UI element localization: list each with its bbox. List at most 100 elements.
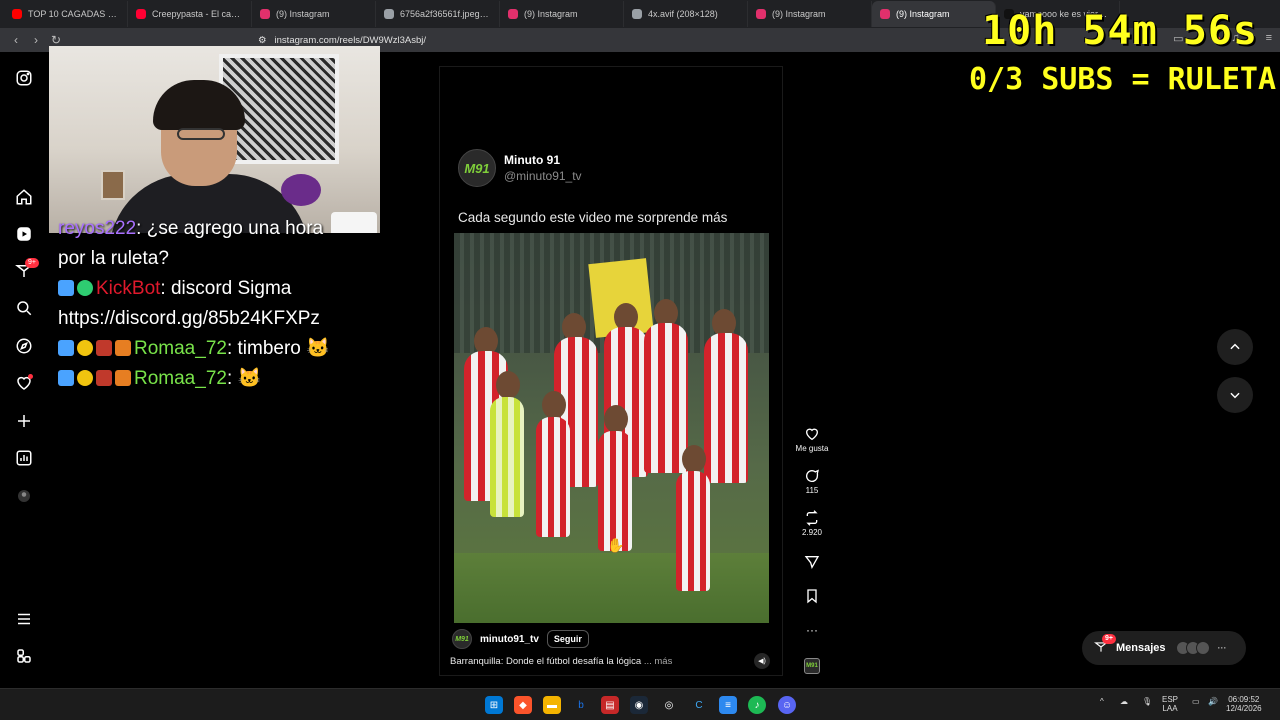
app-icon[interactable]: ◎ <box>660 696 678 714</box>
windows-taskbar: ⊞ ◆ ▬ b ▤ ◉ ◎ C ≡ ♪ ☺ ^ ☁ 🎙 ESP LAA ▭ 🔊 … <box>0 688 1280 720</box>
mouse-cursor-icon: ✋ <box>607 537 625 553</box>
video-kid-head <box>682 445 706 473</box>
chat-message: : 🐱 <box>226 368 262 389</box>
moderator-badge-icon <box>77 340 93 356</box>
tray-app-icon[interactable]: ☁ <box>1120 697 1128 706</box>
clock[interactable]: 06:09:52 12/4/2026 <box>1226 695 1262 713</box>
bing-icon[interactable]: b <box>572 696 590 714</box>
tab-title: (9) Instagram <box>772 9 826 19</box>
notification-dot <box>28 374 33 379</box>
tab-title: 6756a2f36561f.jpeg (1080 <box>400 9 491 19</box>
create-icon[interactable] <box>14 411 34 431</box>
steam-icon[interactable]: ◉ <box>630 696 648 714</box>
browser-tab[interactable]: (9) Instagram <box>748 1 872 27</box>
sword-badge-icon <box>58 340 74 356</box>
moderator-badge-icon <box>77 370 93 386</box>
reel-caption: Barranquilla: Donde el fútbol desafía la… <box>450 656 672 667</box>
message-avatars <box>1175 641 1210 655</box>
network-icon[interactable]: ▭ <box>1192 697 1200 706</box>
more-icon: ··· <box>1217 643 1227 653</box>
browser-tab[interactable]: Creepypasta - El capitulo <box>128 1 252 27</box>
chat-message: https://discord.gg/85b24KFXPz <box>58 308 320 329</box>
video-player <box>644 323 688 473</box>
direct-badge: 9+ <box>25 258 39 268</box>
share-button[interactable] <box>790 554 834 572</box>
profile-avatar-icon[interactable] <box>14 486 34 506</box>
browser-tab[interactable]: (9) Instagram <box>500 1 624 27</box>
subs-goal: 0/3 SUBS = RULETA <box>968 62 1276 97</box>
webcam-plush-toy <box>281 174 321 206</box>
url-text: instagram.com/reels/DW9Wzl3Asbj/ <box>274 34 427 46</box>
home-icon[interactable] <box>14 187 34 207</box>
discord-icon[interactable]: ☺ <box>778 696 796 714</box>
webcam-overlay <box>49 46 380 233</box>
tab-favicon-icon <box>384 9 394 19</box>
author-username[interactable]: minuto91_tv <box>480 634 539 645</box>
brave-icon[interactable]: ◆ <box>514 696 532 714</box>
stream-chat: reyos222: ¿se agrego una hora por la rul… <box>58 214 398 394</box>
app-c-icon[interactable]: C <box>690 696 708 714</box>
dashboard-icon[interactable] <box>14 448 34 468</box>
browser-tab[interactable]: 6756a2f36561f.jpeg (1080 <box>376 1 500 27</box>
like-button[interactable]: Me gusta <box>790 426 834 453</box>
sub-badge-icon <box>96 340 112 356</box>
more-options-icon[interactable]: ··· <box>790 623 834 637</box>
language-indicator[interactable]: ESP LAA <box>1162 695 1178 713</box>
video-grass <box>454 553 769 623</box>
next-reel-button[interactable] <box>1217 377 1253 413</box>
reel-player[interactable]: M91 Minuto 91 @minuto91_tv Cada segundo … <box>439 66 783 676</box>
repost-button[interactable]: 2.920 <box>790 510 834 537</box>
menu-icon[interactable] <box>14 609 34 629</box>
file-explorer-icon[interactable]: ▬ <box>543 696 561 714</box>
search-icon[interactable] <box>14 298 34 318</box>
audio-avatar: M91 <box>804 658 820 674</box>
spotify-icon[interactable]: ♪ <box>748 696 766 714</box>
calendar-icon[interactable]: ▤ <box>601 696 619 714</box>
comment-button[interactable]: 115 <box>790 468 834 495</box>
instagram-logo-icon[interactable] <box>14 68 34 88</box>
browser-tab[interactable]: (9) Instagram <box>252 1 376 27</box>
meta-icon[interactable] <box>14 646 34 666</box>
volume-icon[interactable]: 🔊 <box>1208 697 1218 706</box>
tray-chevron-icon[interactable]: ^ <box>1100 697 1104 706</box>
video-kid <box>676 471 710 591</box>
chevron-down-icon <box>1230 392 1240 399</box>
follow-button[interactable]: Seguir <box>546 630 589 648</box>
author-avatar[interactable]: M91 <box>452 629 472 649</box>
mute-icon[interactable]: ◀) <box>754 653 770 669</box>
previous-reel-button[interactable] <box>1217 329 1253 365</box>
video-kid-head <box>496 371 520 399</box>
explore-icon[interactable] <box>14 336 34 356</box>
tab-favicon-icon <box>12 9 22 19</box>
mic-icon[interactable]: 🎙 <box>1142 697 1152 706</box>
start-icon[interactable]: ⊞ <box>485 696 503 714</box>
reel-video[interactable]: ✋ <box>454 233 769 623</box>
gift-badge-icon <box>115 370 131 386</box>
browser-tab[interactable]: TOP 10 CAGADAS DE OVE <box>4 1 128 27</box>
tweet-account-handle: @minuto91_tv <box>504 169 582 183</box>
heart-icon[interactable] <box>14 373 34 393</box>
sword-badge-icon <box>58 370 74 386</box>
caption-more-link[interactable]: ... más <box>644 656 673 667</box>
messages-button[interactable]: 9+ Mensajes ··· <box>1082 631 1246 665</box>
reels-icon[interactable] <box>14 224 34 244</box>
notepad-icon[interactable]: ≡ <box>719 696 737 714</box>
sub-badge-icon <box>96 370 112 386</box>
browser-tab[interactable]: 4x.avif (208×128) <box>624 1 748 27</box>
bookmark-icon <box>807 589 817 604</box>
share-icon <box>804 556 820 570</box>
direct-icon: 9+ <box>1094 633 1116 657</box>
like-label: Me gusta <box>795 444 829 453</box>
audio-button[interactable]: M91 <box>790 658 834 674</box>
direct-icon[interactable]: 9+ <box>14 258 39 281</box>
back-button[interactable]: ‹ <box>6 30 26 50</box>
forward-button[interactable]: › <box>26 30 46 50</box>
menu-icon[interactable]: ≡ <box>1266 32 1272 45</box>
browser-tab[interactable]: (9) Instagram <box>872 1 996 27</box>
video-kid <box>536 417 570 537</box>
comment-icon <box>806 469 819 482</box>
chat-message: : discord Sigma <box>160 278 292 299</box>
site-info-icon[interactable]: ⚙ <box>258 35 267 46</box>
chat-line: reyos222: ¿se agrego una hora <box>58 214 398 244</box>
save-button[interactable] <box>790 588 834 606</box>
